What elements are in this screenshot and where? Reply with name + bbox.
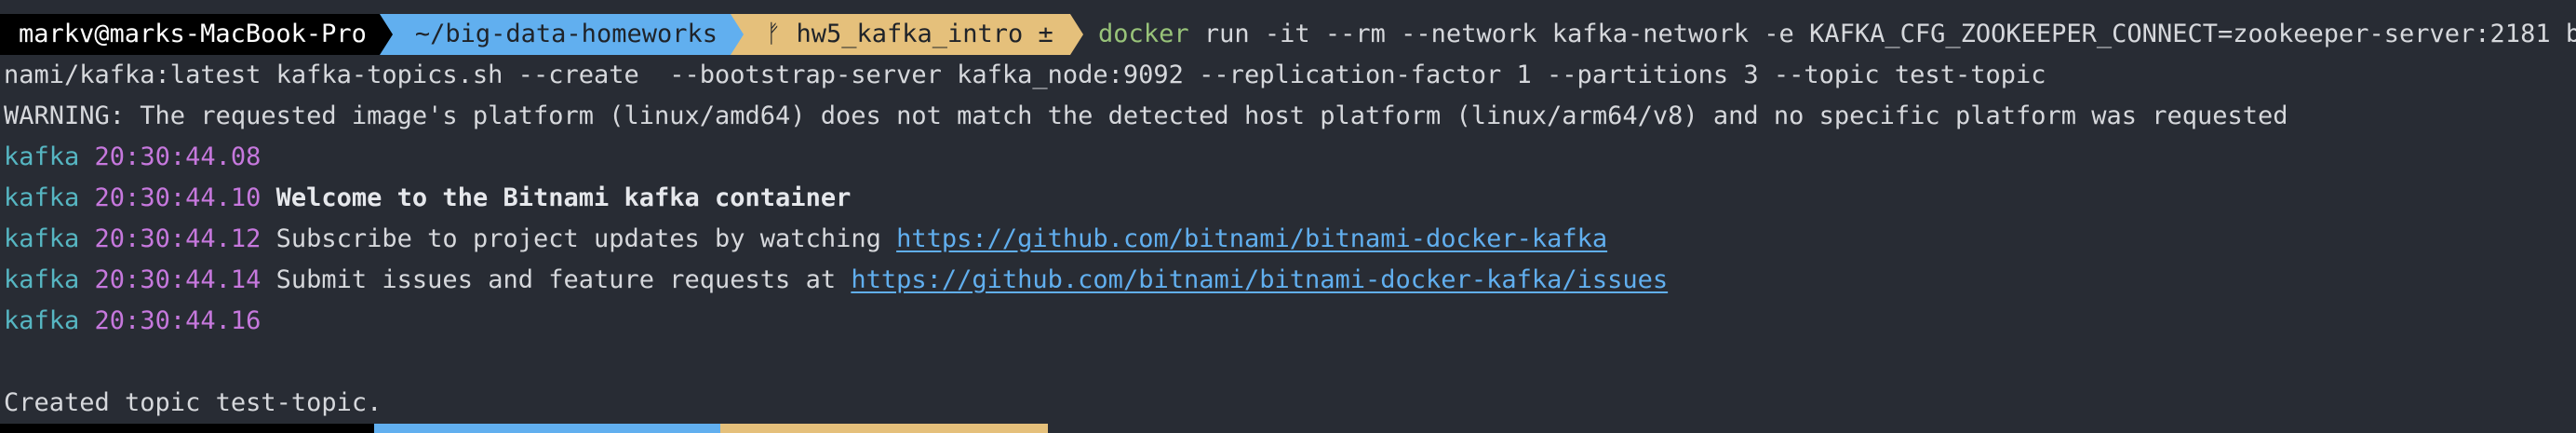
log-timestamp: 20:30:44.10 (94, 183, 262, 212)
log-line: kafka 20:30:44.14 Submit issues and feat… (4, 260, 1668, 301)
github-issues-link[interactable]: https://github.com/bitnami/bitnami-docke… (851, 265, 1668, 294)
github-repo-link[interactable]: https://github.com/bitnami/bitnami-docke… (896, 224, 1607, 253)
log-message: Subscribe to project updates by watching (275, 224, 897, 253)
prompt-separator-arrow-icon (379, 14, 393, 55)
log-timestamp: 20:30:44.12 (94, 224, 262, 253)
prompt-directory: ~/big-data-homeworks (392, 14, 731, 55)
log-source: kafka (4, 306, 80, 335)
log-source: kafka (4, 265, 80, 294)
log-source: kafka (4, 142, 80, 171)
log-source: kafka (4, 183, 80, 212)
prompt-directory-segment (374, 424, 720, 433)
command-name: docker (1098, 20, 1189, 48)
prompt: markv@marks-MacBook-Pro ~/big-data-homewo… (0, 14, 1083, 55)
command-continuation: nami/kafka:latest kafka-topics.sh --crea… (4, 61, 2046, 89)
terminal-window[interactable]: { "prompt": { "user_host": "markv@marks-… (0, 0, 2576, 433)
prompt-user-segment (0, 424, 374, 433)
command-args: run -it --rm --network kafka-network -e … (1188, 20, 2576, 48)
log-timestamp: 20:30:44.16 (94, 306, 262, 335)
log-timestamp: 20:30:44.08 (94, 142, 262, 171)
welcome-message: Welcome to the Bitnami kafka container (275, 183, 852, 212)
log-line: kafka 20:30:44.12 Subscribe to project u… (4, 219, 1607, 260)
prompt-user-host: markv@marks-MacBook-Pro (0, 14, 380, 55)
log-source: kafka (4, 224, 80, 253)
command-line: markv@marks-MacBook-Pro ~/big-data-homewo… (0, 14, 2576, 55)
log-line: kafka 20:30:44.10 Welcome to the Bitnami… (4, 178, 851, 219)
next-prompt-partial (0, 424, 1052, 433)
result-message: Created topic test-topic. (4, 388, 382, 417)
log-line: kafka 20:30:44.16 (4, 301, 261, 342)
warning-message: WARNING: The requested image's platform … (4, 101, 2288, 130)
prompt-end-arrow-icon (1069, 14, 1083, 55)
log-timestamp: 20:30:44.14 (94, 265, 262, 294)
log-line: kafka 20:30:44.08 (4, 137, 261, 178)
prompt-separator-arrow-icon (730, 14, 744, 55)
prompt-git-segment (720, 424, 1048, 433)
log-message: Submit issues and feature requests at (275, 265, 852, 294)
prompt-git-branch: ᚠ hw5_kafka_intro ± (743, 14, 1070, 55)
